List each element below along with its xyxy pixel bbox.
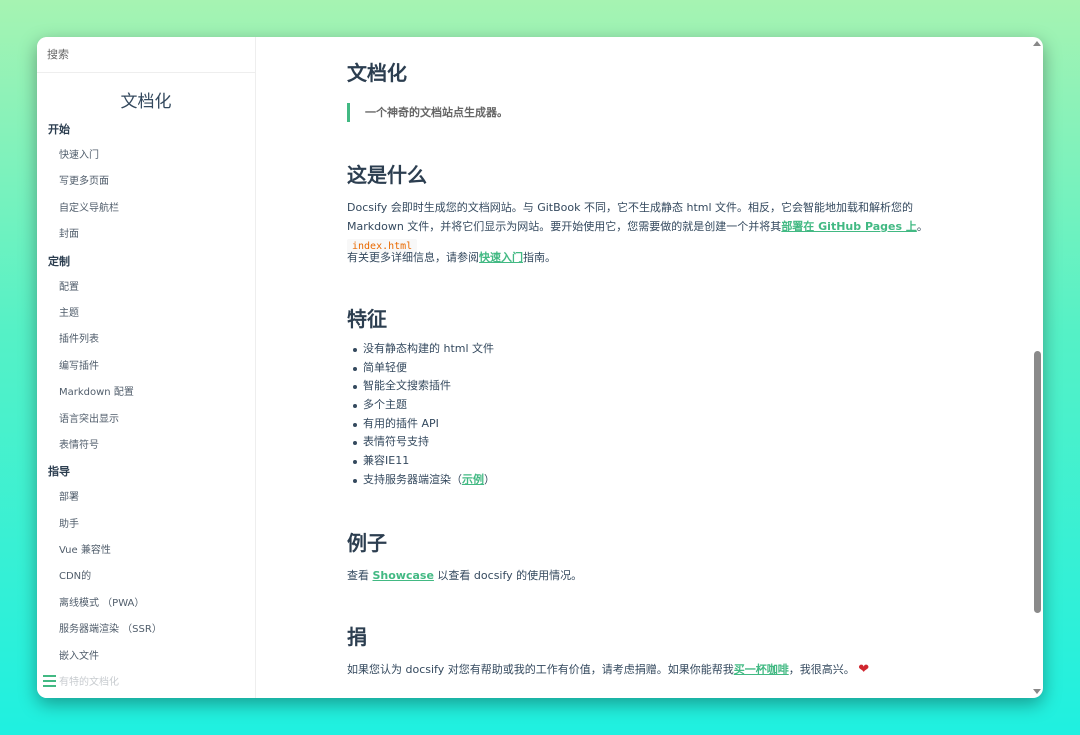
nav-item-highlighting[interactable]: 语言突出显示 [37,407,255,433]
nav-item-pwa[interactable]: 离线模式 （PWA） [37,591,255,617]
nav-item-configuration[interactable]: 配置 [37,275,255,301]
showcase-link[interactable]: Showcase [373,569,434,582]
nav-item-markdown[interactable]: Markdown 配置 [37,380,255,406]
heading-features: 特征 [347,307,387,331]
ssr-example-link[interactable]: 示例 [462,473,484,486]
nav-item-cover[interactable]: 封面 [37,222,255,248]
donate-text: 如果您认为 docsify 对您有帮助或我的工作有价值，请考虑捐赠。如果你能帮我 [347,663,734,676]
list-item: 智能全文搜索插件 [347,377,495,396]
ssr-item-text-end: ） [484,472,495,486]
nav-item-write-plugin[interactable]: 编写插件 [37,354,255,380]
nav-item-plugins[interactable]: 插件列表 [37,327,255,353]
nav-item-deploy[interactable]: 部署 [37,485,255,511]
ssr-item-text: 支持服务器端渲染（ [363,472,462,486]
donate-text-end: ，我很高兴。 [788,663,855,676]
list-item: 有用的插件 API [347,415,495,434]
quickstart-link[interactable]: 快速入门 [479,251,523,264]
nav-item-helpers[interactable]: 助手 [37,512,255,538]
what-paragraph-2: 有关更多详细信息，请参阅快速入门指南。 [347,248,947,267]
nav-item-themes[interactable]: 主题 [37,301,255,327]
deploy-github-pages-link[interactable]: 部署在 GitHub Pages 上 [781,220,917,233]
list-item: 没有静态构建的 html 文件 [347,340,495,359]
page-title: 文档化 [347,61,407,85]
list-item: 支持服务器端渲染（示例） [347,471,495,490]
main-content: 文档化 一个神奇的文档站点生成器。 这是什么 Docsify 会即时生成您的文档… [256,37,1043,698]
nav-item-quickstart[interactable]: 快速入门 [37,143,255,169]
scroll-down-arrow-icon[interactable] [1033,689,1041,694]
what-p1-text-end: 。 [916,220,928,233]
features-list: 没有静态构建的 html 文件 简单轻便 智能全文搜索插件 多个主题 有用的插件… [347,340,495,490]
heading-what-is-it: 这是什么 [347,163,427,187]
search-input[interactable] [47,48,227,61]
scrollbar-thumb[interactable] [1034,351,1041,613]
nav-item-more-pages[interactable]: 写更多页面 [37,169,255,195]
sidebar-nav: 开始 快速入门 写更多页面 自定义导航栏 封面 定制 配置 主题 插件列表 编写… [37,117,255,696]
what-p2-text-end: 指南。 [523,251,556,264]
list-item: 多个主题 [347,396,495,415]
sidebar: 文档化 开始 快速入门 写更多页面 自定义导航栏 封面 定制 配置 主题 插件列… [37,37,256,698]
nav-item-emoji[interactable]: 表情符号 [37,433,255,459]
list-item: 表情符号支持 [347,433,495,452]
app-name-link[interactable]: 文档化 [37,91,255,113]
nav-item-cdn[interactable]: CDN的 [37,564,255,590]
nav-section-guide: 指导 [48,465,70,479]
buy-coffee-link[interactable]: 买一杯咖啡 [734,663,789,676]
what-p2-text: 有关更多详细信息，请参阅 [347,251,479,264]
heart-icon: ❤ [858,662,870,677]
nav-item-vue[interactable]: Vue 兼容性 [37,538,255,564]
examples-text: 查看 [347,569,373,582]
tagline-quote: 一个神奇的文档站点生成器。 [347,103,508,122]
scroll-up-arrow-icon[interactable] [1033,41,1041,46]
list-item: 简单轻便 [347,359,495,378]
scrollbar[interactable] [1031,37,1043,698]
nav-item-embed-files[interactable]: 嵌入文件 [37,644,255,670]
heading-donate: 捐 [347,625,367,649]
list-item: 兼容IE11 [347,452,495,471]
heading-examples: 例子 [347,531,387,555]
nav-section-start: 开始 [48,123,70,136]
browser-window: 文档化 开始 快速入门 写更多页面 自定义导航栏 封面 定制 配置 主题 插件列… [37,37,1043,698]
nav-item-faded[interactable]: 有特的文档化 [37,670,255,696]
search-box [37,37,255,73]
examples-paragraph: 查看 Showcase 以查看 docsify 的使用情况。 [347,566,947,585]
nav-item-custom-navbar[interactable]: 自定义导航栏 [37,196,255,222]
donate-paragraph: 如果您认为 docsify 对您有帮助或我的工作有价值，请考虑捐赠。如果你能帮我… [347,660,947,679]
nav-item-ssr[interactable]: 服务器端渲染 （SSR） [37,617,255,643]
sidebar-toggle-menu-icon[interactable] [43,675,59,689]
examples-text-end: 以查看 docsify 的使用情况。 [433,569,583,582]
nav-section-customization: 定制 [48,254,70,268]
